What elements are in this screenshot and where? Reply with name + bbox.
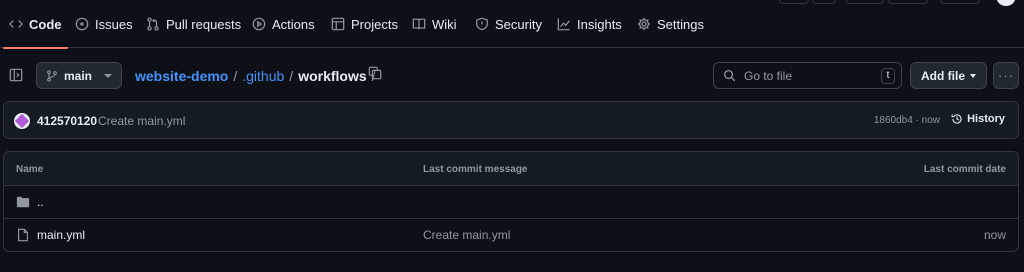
column-header-message: Last commit message: [423, 164, 528, 175]
tab-label: Pull requests: [166, 16, 242, 32]
graph-icon: [557, 18, 570, 31]
breadcrumb-repo-link[interactable]: website-demo: [135, 68, 228, 84]
header-button-stub[interactable]: [846, 0, 884, 4]
gear-icon: [637, 17, 651, 31]
tab-label: Security: [495, 16, 542, 32]
user-avatar[interactable]: [996, 0, 1016, 6]
tab-security[interactable]: Security: [475, 0, 542, 48]
parent-directory-row[interactable]: ..: [4, 186, 1018, 219]
keyboard-shortcut-hint: t: [881, 67, 895, 84]
column-header-date: Last commit date: [923, 164, 1006, 175]
tab-settings[interactable]: Settings: [637, 0, 704, 48]
file-table: Name Last commit message Last commit dat…: [3, 151, 1019, 252]
commit-message[interactable]: Create main.yml: [98, 114, 185, 128]
tab-pull-requests[interactable]: Pull requests: [146, 0, 241, 48]
table-header: Name Last commit message Last commit dat…: [4, 152, 1018, 186]
column-header-name: Name: [16, 164, 44, 175]
book-icon: [412, 18, 426, 30]
tab-label: Wiki: [432, 16, 457, 32]
go-to-file-input[interactable]: Go to file t: [713, 62, 902, 89]
more-options-button[interactable]: ···: [993, 62, 1019, 89]
tab-projects[interactable]: Projects: [331, 0, 398, 48]
tab-actions[interactable]: Actions: [252, 0, 315, 48]
tab-insights[interactable]: Insights: [557, 0, 622, 48]
add-file-button[interactable]: Add file: [910, 62, 987, 89]
history-label: History: [967, 113, 1005, 125]
tab-code[interactable]: Code: [3, 0, 67, 49]
header-button-stub[interactable]: [779, 0, 809, 4]
sidebar-expand-icon: [9, 68, 23, 82]
commit-author[interactable]: 412570120: [37, 114, 97, 128]
tab-label: Code: [29, 16, 62, 32]
chevron-down-icon: [970, 73, 976, 78]
author-avatar[interactable]: [14, 113, 30, 129]
play-icon: [252, 17, 266, 31]
file-commit-message[interactable]: Create main.yml: [423, 228, 510, 242]
breadcrumb-current: workflows: [298, 68, 367, 84]
tab-label: Projects: [351, 16, 398, 32]
issue-icon: [75, 17, 89, 31]
shield-icon: [476, 17, 488, 31]
breadcrumb-github-link[interactable]: .github: [242, 68, 284, 84]
copy-icon: [368, 66, 382, 80]
tab-wiki[interactable]: Wiki: [412, 0, 457, 48]
git-branch-icon: [47, 69, 57, 82]
header-button-stub[interactable]: [940, 0, 980, 4]
file-commit-date: now: [983, 228, 1006, 242]
kebab-icon: ···: [998, 68, 1014, 83]
pull-request-icon: [147, 17, 159, 31]
tab-issues[interactable]: Issues: [75, 0, 133, 48]
branch-name: main: [64, 68, 93, 83]
repo-nav: Code Issues Pull requests Actions Projec…: [0, 0, 1024, 49]
breadcrumb-separator: /: [233, 68, 238, 84]
search-placeholder: Go to file: [744, 68, 793, 83]
folder-icon: [16, 196, 30, 208]
commit-hash-time[interactable]: 1860db4 · now: [874, 115, 940, 126]
breadcrumb: website-demo / .github / workflows /: [135, 66, 376, 86]
history-icon: [951, 114, 962, 124]
header-button-stub[interactable]: [812, 0, 836, 4]
copy-path-button[interactable]: [368, 66, 384, 82]
history-button[interactable]: History: [951, 113, 1005, 125]
expand-file-tree-button[interactable]: [6, 65, 26, 85]
table-icon: [331, 17, 345, 31]
file-icon: [18, 228, 28, 242]
branch-selector[interactable]: main: [36, 62, 122, 89]
header-button-stub[interactable]: [888, 0, 928, 4]
chevron-down-icon: [104, 73, 112, 78]
file-name-link[interactable]: main.yml: [37, 228, 85, 242]
search-icon: [723, 69, 736, 82]
tab-label: Issues: [95, 16, 133, 32]
latest-commit-bar: 412570120 Create main.yml 1860db4 · now …: [3, 101, 1019, 139]
tab-label: Settings: [657, 16, 704, 32]
table-row[interactable]: main.yml Create main.yml now: [4, 219, 1018, 251]
tab-label: Actions: [272, 16, 315, 32]
breadcrumb-separator: /: [289, 68, 294, 84]
parent-directory-link[interactable]: ..: [37, 195, 44, 209]
code-icon: [9, 20, 23, 28]
add-file-label: Add file: [921, 68, 965, 83]
tab-label: Insights: [577, 16, 622, 32]
